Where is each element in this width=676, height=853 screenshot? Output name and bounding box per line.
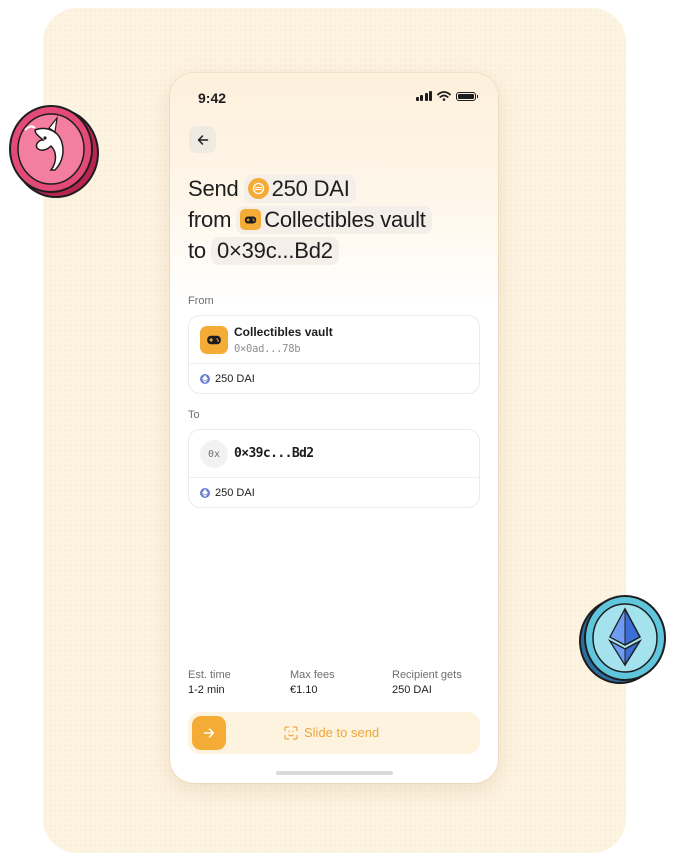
from-account-name: Collectibles vault [234,325,333,339]
gamepad-icon [207,335,221,345]
ethereum-icon [200,487,210,498]
from-account-address: 0×0ad...78b [234,343,301,355]
signal-icon [415,91,432,101]
dai-coin-icon [247,178,269,199]
gamepad-icon [240,209,262,230]
stat-value: 250 DAI [392,684,432,696]
stat-label: Max fees [290,669,335,681]
vault-name: Collectibles vault [264,206,426,232]
vault-pill: Collectibles vault [236,205,432,234]
amount-text: 250 DAI [271,175,350,201]
from-card[interactable]: Collectibles vault 0×0ad...78b 250 DAI [188,315,480,394]
phone-screen: 9:42 Send 250 DAI from Collectibles vaul… [170,73,498,783]
to-label: To [188,409,200,421]
transaction-summary: Est. time 1-2 min Max fees €1.10 Recipie… [188,669,488,699]
to-address: 0×39c...Bd2 [234,446,314,461]
from-label: From [188,295,214,307]
slide-to-send[interactable]: Slide to send [188,712,480,754]
stat-est-time: Est. time 1-2 min [188,669,231,696]
stat-value: 1-2 min [188,684,225,696]
slider-label-text: Slide to send [304,725,380,740]
stat-max-fees: Max fees €1.10 [290,669,335,696]
arrow-left-icon [197,134,208,145]
stat-value: €1.10 [290,684,318,696]
wifi-icon [437,91,451,101]
amount-pill: 250 DAI [243,174,356,203]
battery-icon [456,91,478,101]
from-word: from [188,206,232,232]
from-account-row: Collectibles vault 0×0ad...78b [189,316,479,364]
vault-avatar [200,326,228,354]
uniswap-coin-icon [9,105,99,198]
status-icons [415,91,478,101]
headline-line-to: to 0×39c...Bd2 [188,235,488,266]
recipient-address: 0×39c...Bd2 [216,237,333,263]
from-amount-row: 250 DAI [189,364,479,393]
from-amount: 250 DAI [215,372,255,385]
to-word: to [188,237,206,263]
send-word: Send [188,175,239,201]
ethereum-icon [200,373,210,384]
to-amount: 250 DAI [215,486,255,499]
to-amount-row: 250 DAI [189,478,479,507]
home-indicator [276,771,393,775]
slider-knob[interactable] [192,716,226,750]
stat-label: Recipient gets [392,669,462,681]
status-bar: 9:42 [170,73,498,121]
headline-line-send: Send 250 DAI [188,173,488,204]
slider-label: Slide to send [284,725,379,740]
recipient-pill: 0×39c...Bd2 [210,236,339,265]
stat-label: Est. time [188,669,231,681]
page-title: Send 250 DAI from Collectibles vault to … [188,173,488,266]
address-avatar: 0x [200,440,228,468]
back-button[interactable] [189,126,216,153]
ethereum-coin-icon [579,595,666,684]
status-time: 9:42 [198,90,227,106]
to-account-row: 0x 0×39c...Bd2 [189,430,479,478]
headline-line-from: from Collectibles vault [188,204,488,235]
face-id-icon [284,725,298,740]
to-card[interactable]: 0x 0×39c...Bd2 250 DAI [188,429,480,508]
stat-recipient-gets: Recipient gets 250 DAI [392,669,462,696]
arrow-right-icon [203,728,215,738]
